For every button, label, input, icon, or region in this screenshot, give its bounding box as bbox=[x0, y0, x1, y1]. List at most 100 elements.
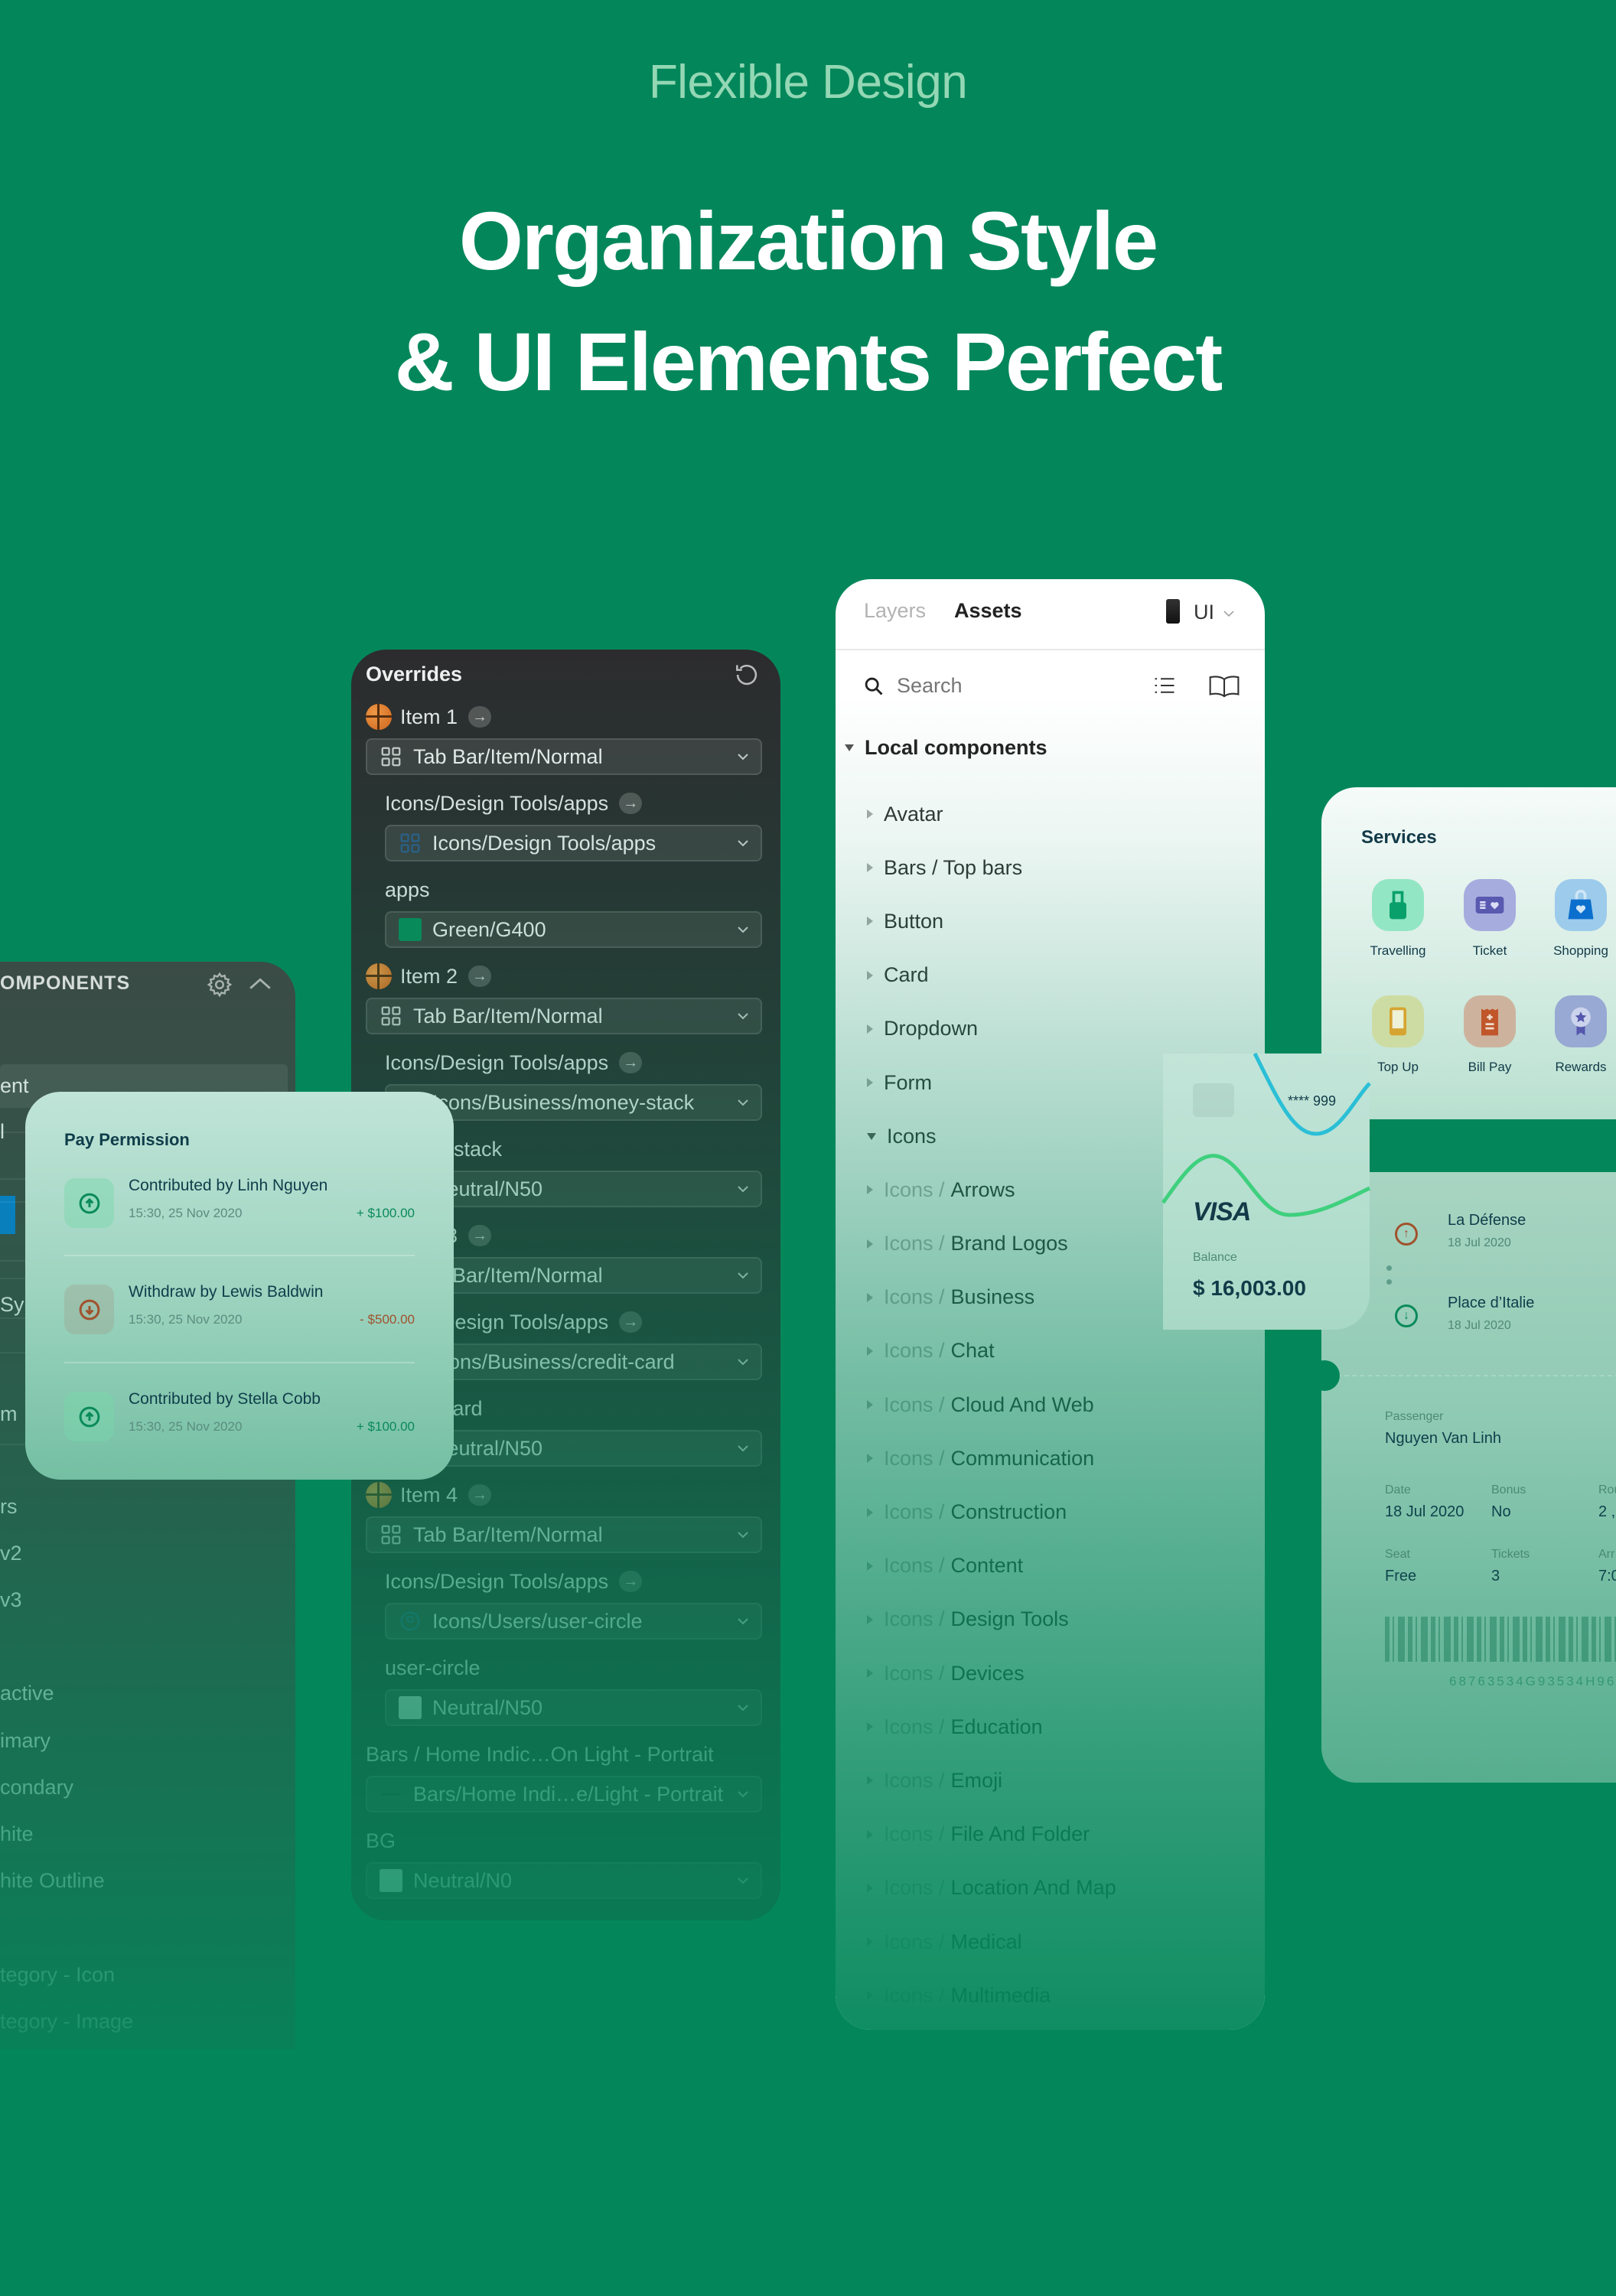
override-item[interactable]: Item 4 → bbox=[366, 1475, 762, 1515]
component-list-item[interactable]: imary bbox=[0, 1725, 50, 1756]
tab-assets[interactable]: Assets bbox=[954, 599, 1022, 623]
component-list-item[interactable]: ent bbox=[0, 1070, 29, 1101]
chevron-down-icon bbox=[738, 1099, 748, 1106]
component-list-item[interactable]: v2 bbox=[0, 1538, 22, 1568]
component-group-multimedia[interactable]: Icons / Multimedia bbox=[867, 1969, 1249, 2022]
component-group-education[interactable]: Icons / Education bbox=[867, 1700, 1249, 1754]
instance-swap-dropdown[interactable]: Tab Bar/Item/Normal bbox=[366, 738, 762, 775]
component-list-item[interactable]: rs bbox=[0, 1491, 18, 1522]
go-to-arrow-icon[interactable]: → bbox=[468, 1225, 492, 1246]
go-to-arrow-icon[interactable]: → bbox=[468, 706, 492, 728]
transaction-row[interactable]: Contributed by Stella Cobb 15:30, 25 Nov … bbox=[64, 1390, 415, 1442]
component-list-item[interactable]: hite bbox=[0, 1819, 34, 1849]
instance-swap-dropdown[interactable]: Green/G400 bbox=[385, 911, 762, 948]
tab-layers[interactable]: Layers bbox=[864, 599, 926, 623]
component-group-avatar[interactable]: Avatar bbox=[867, 787, 1249, 841]
service-rewards[interactable]: Rewards bbox=[1535, 995, 1616, 1075]
component-group-construction[interactable]: Icons / Construction bbox=[867, 1485, 1249, 1539]
component-group-button[interactable]: Button bbox=[867, 894, 1249, 948]
caret-right-icon bbox=[867, 863, 873, 873]
caret-right-icon bbox=[867, 1346, 873, 1356]
transaction-row[interactable]: Contributed by Linh Nguyen 15:30, 25 Nov … bbox=[64, 1177, 415, 1229]
override-label-text: BG bbox=[366, 1829, 396, 1852]
group-name: Location And Map bbox=[950, 1876, 1116, 1900]
library-selector[interactable]: UI bbox=[1194, 601, 1214, 624]
instance-swap-dropdown[interactable]: Icons/Users/user-circle bbox=[385, 1603, 762, 1640]
instance-swap-dropdown[interactable]: Bars/Home Indi…e/Light - Portrait bbox=[366, 1776, 762, 1812]
component-group-devices[interactable]: Icons / Devices bbox=[867, 1646, 1249, 1700]
card-chip-icon bbox=[1193, 1083, 1234, 1117]
transaction-row[interactable]: Withdraw by Lewis Baldwin 15:30, 25 Nov 2… bbox=[64, 1283, 415, 1335]
instance-swap-dropdown[interactable]: Neutral/N50 bbox=[385, 1689, 762, 1726]
go-to-arrow-icon[interactable]: → bbox=[619, 793, 643, 814]
chevron-down-icon bbox=[738, 1186, 748, 1193]
component-group-cloud-and-web[interactable]: Icons / Cloud And Web bbox=[867, 1378, 1249, 1431]
service-travelling[interactable]: Travelling bbox=[1352, 879, 1444, 959]
component-group-card[interactable]: Card bbox=[867, 949, 1249, 1002]
group-name: Button bbox=[884, 909, 944, 933]
component-group-location-and-map[interactable]: Icons / Location And Map bbox=[867, 1861, 1249, 1915]
balance-label: Balance bbox=[1193, 1251, 1237, 1264]
group-prefix: Icons / bbox=[884, 1232, 945, 1255]
search-input[interactable] bbox=[897, 674, 1126, 698]
component-list-item[interactable]: condary bbox=[0, 1772, 73, 1803]
component-list-item[interactable]: active bbox=[0, 1678, 54, 1708]
service-ticket[interactable]: Ticket bbox=[1444, 879, 1536, 959]
chevron-down-icon bbox=[738, 1532, 748, 1539]
shopping-bag-icon bbox=[1555, 879, 1607, 931]
route-dot bbox=[1386, 1265, 1392, 1271]
caret-right-icon bbox=[867, 1561, 873, 1571]
override-dropdown-row: Green/G400 bbox=[385, 910, 762, 949]
component-list-item[interactable]: Sy bbox=[0, 1289, 24, 1320]
component-group-bars-top-bars[interactable]: Bars / Top bars bbox=[867, 841, 1249, 894]
instance-swap-dropdown[interactable]: Neutral/N0 bbox=[366, 1862, 762, 1899]
service-bill-pay[interactable]: Bill Pay bbox=[1444, 995, 1536, 1075]
book-icon[interactable] bbox=[1208, 674, 1240, 699]
chevron-up-icon[interactable] bbox=[247, 972, 273, 995]
component-list-item[interactable]: tegory - Image bbox=[0, 2006, 133, 2037]
component-group-emoji[interactable]: Icons / Emoji bbox=[867, 1754, 1249, 1807]
service-label: Ticket bbox=[1472, 943, 1507, 958]
caret-right-icon bbox=[867, 1507, 873, 1517]
local-components-section[interactable]: Local components bbox=[845, 736, 1047, 760]
component-group-communication[interactable]: Icons / Communication bbox=[867, 1431, 1249, 1485]
group-name: Avatar bbox=[884, 802, 943, 826]
component-group-chat[interactable]: Icons / Chat bbox=[867, 1324, 1249, 1378]
chevron-down-icon bbox=[738, 1791, 748, 1798]
barcode bbox=[1385, 1617, 1616, 1662]
service-shopping[interactable]: Shopping bbox=[1535, 879, 1616, 959]
gear-icon[interactable] bbox=[206, 971, 233, 998]
section-label: Local components bbox=[865, 736, 1047, 759]
component-group-dropdown[interactable]: Dropdown bbox=[867, 1002, 1249, 1056]
dropdown-value: Tab Bar/Item/Normal bbox=[413, 1004, 603, 1028]
go-to-arrow-icon[interactable]: → bbox=[468, 966, 492, 987]
override-item[interactable]: Item 1 → bbox=[366, 697, 762, 737]
component-list-item[interactable]: m bbox=[0, 1399, 18, 1429]
go-to-arrow-icon[interactable]: → bbox=[619, 1571, 643, 1592]
component-group-medical[interactable]: Icons / Medical bbox=[867, 1915, 1249, 1969]
instance-swap-dropdown[interactable]: Tab Bar/Item/Normal bbox=[366, 998, 762, 1034]
component-list-item[interactable]: hite Outline bbox=[0, 1865, 105, 1896]
instance-swap-dropdown[interactable]: Icons/Design Tools/apps bbox=[385, 825, 762, 861]
instance-swap-dropdown[interactable]: Tab Bar/Item/Normal bbox=[366, 1516, 762, 1553]
component-list-item[interactable]: tegory - Icon bbox=[0, 1959, 115, 1990]
go-to-arrow-icon[interactable]: → bbox=[619, 1311, 643, 1333]
reset-icon[interactable] bbox=[732, 660, 761, 689]
go-to-arrow-icon[interactable]: → bbox=[468, 1484, 492, 1506]
visa-card: **** 999 VISA Balance $ 16,003.00 bbox=[1161, 1052, 1371, 1330]
caret-down-icon bbox=[867, 1132, 876, 1140]
group-name: Business bbox=[950, 1285, 1035, 1309]
list-view-icon[interactable] bbox=[1153, 674, 1176, 697]
user-circle-icon bbox=[400, 1611, 420, 1631]
dropdown-value: Tab Bar/Item/Normal bbox=[413, 1523, 603, 1546]
chevron-down-icon[interactable] bbox=[1223, 610, 1235, 617]
ticket-field-label: Bonus bbox=[1491, 1483, 1526, 1496]
override-item[interactable]: Item 2 → bbox=[366, 956, 762, 996]
component-group-file-and-folder[interactable]: Icons / File And Folder bbox=[867, 1808, 1249, 1861]
phone-icon bbox=[1372, 995, 1424, 1047]
component-group-design-tools[interactable]: Icons / Design Tools bbox=[867, 1593, 1249, 1646]
component-group-content[interactable]: Icons / Content bbox=[867, 1539, 1249, 1593]
component-list-item[interactable]: v3 bbox=[0, 1584, 22, 1615]
go-to-arrow-icon[interactable]: → bbox=[619, 1052, 643, 1073]
override-layer-label: Icons/Design Tools/apps → bbox=[385, 783, 762, 823]
